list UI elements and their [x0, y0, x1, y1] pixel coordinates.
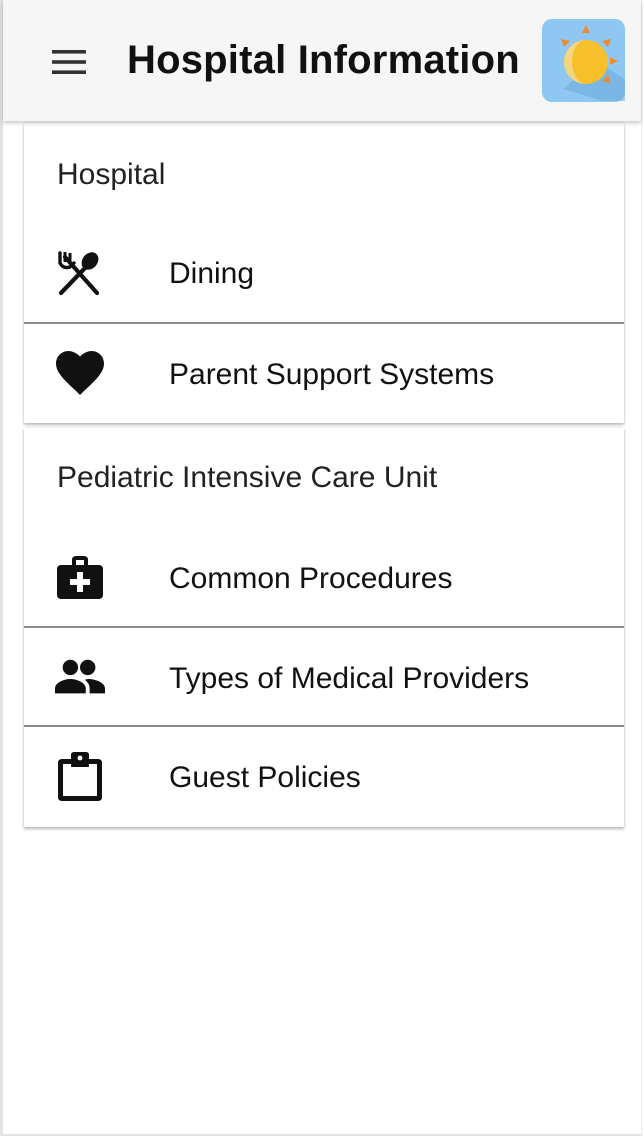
- fork-spoon-icon: [54, 249, 106, 297]
- list-item-guest-policies[interactable]: Guest Policies: [24, 727, 624, 826]
- clipboard-icon: [54, 752, 106, 801]
- list-item-medical-providers[interactable]: Types of Medical Providers: [24, 628, 624, 727]
- list-item-label: Parent Support Systems: [169, 358, 495, 391]
- list-item-label: Guest Policies: [169, 761, 361, 794]
- section-header-picu: Pediatric Intensive Care Unit: [57, 461, 438, 494]
- menu-button[interactable]: [43, 36, 95, 88]
- list-item-label: Common Procedures: [169, 562, 453, 595]
- list-item-label: Types of Medical Providers: [169, 662, 530, 695]
- page-title: Hospital Information: [127, 38, 520, 82]
- section-header-hospital: Hospital: [57, 158, 166, 191]
- sun-moon-logo-icon: [542, 19, 625, 102]
- hospital-section-card: Hospital Dining Parent Support Systems: [24, 123, 624, 423]
- list-item-common-procedures[interactable]: Common Procedures: [24, 528, 624, 627]
- app-logo[interactable]: [542, 19, 625, 102]
- medical-kit-icon: [54, 554, 106, 602]
- list-item-parent-support[interactable]: Parent Support Systems: [24, 324, 624, 423]
- list-item-dining[interactable]: Dining: [24, 223, 624, 322]
- list-item-label: Dining: [169, 257, 255, 290]
- people-icon: [54, 654, 106, 702]
- hamburger-menu-icon: [52, 50, 86, 74]
- picu-section-card: Pediatric Intensive Care Unit Common Pro…: [24, 428, 624, 827]
- app-bar: Hospital Information: [3, 0, 641, 121]
- heart-icon: [54, 350, 106, 398]
